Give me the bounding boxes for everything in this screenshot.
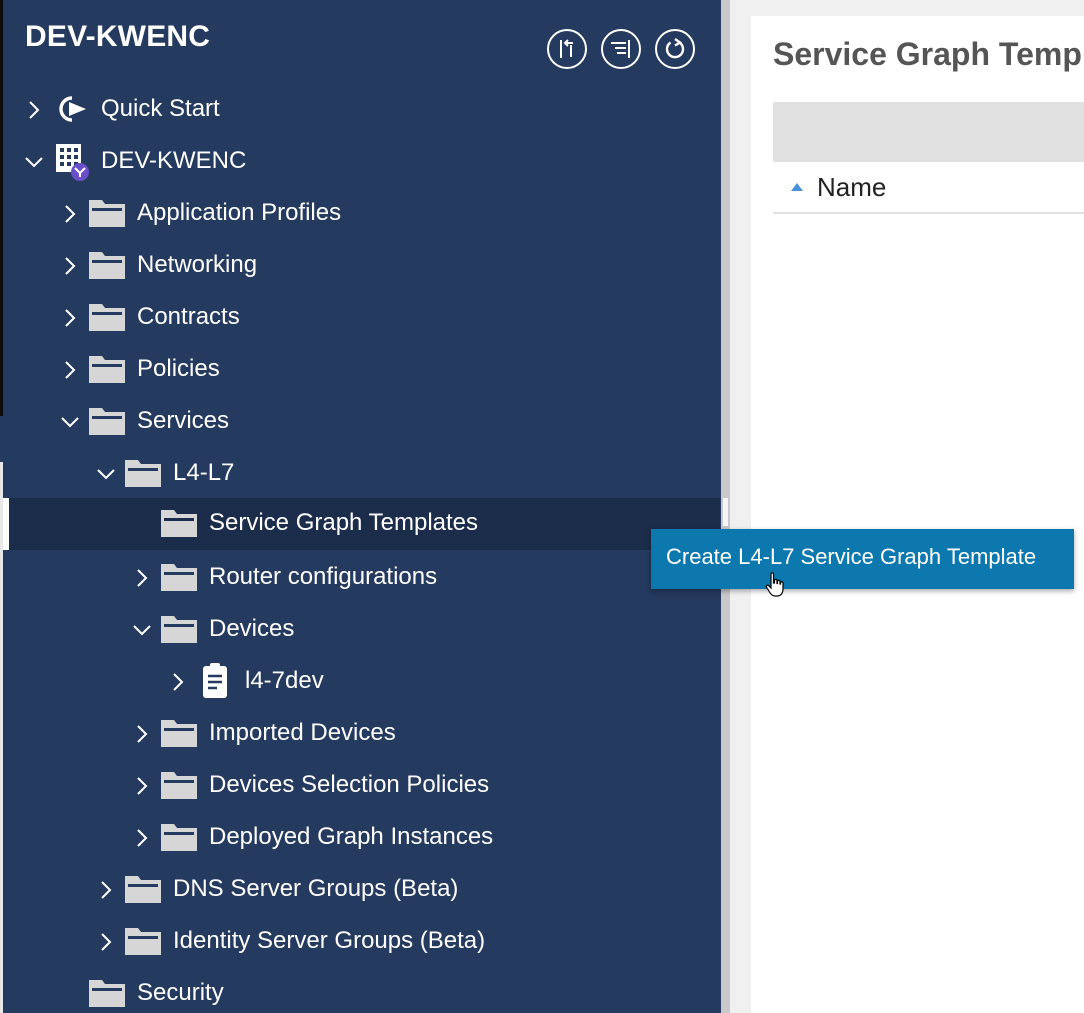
folder-icon xyxy=(161,510,197,537)
list-actions-icon xyxy=(611,40,630,58)
tree-item-l4-7dev[interactable]: l4-7dev xyxy=(3,656,720,708)
chevron-down-icon[interactable] xyxy=(94,462,118,486)
tree-item-label: Identity Server Groups (Beta) xyxy=(173,927,486,954)
folder-icon xyxy=(125,460,161,487)
collapse-tree-icon xyxy=(560,39,573,58)
folder-icon xyxy=(89,200,125,227)
chevron-right-icon[interactable] xyxy=(166,670,190,694)
folder-icon xyxy=(125,876,161,903)
sort-ascending-icon xyxy=(791,183,803,191)
quick-start-icon xyxy=(59,96,86,122)
chevron-right-icon[interactable] xyxy=(58,254,82,278)
navigation-sidebar: DEV-KWENC Quick Start DEV-KWENC Applicat… xyxy=(0,0,721,1013)
tree-item-label: Router configurations xyxy=(209,563,438,590)
tree-item-label: Imported Devices xyxy=(209,719,396,746)
tree-item-policies[interactable]: Policies xyxy=(3,344,720,396)
chevron-right-icon[interactable] xyxy=(130,722,154,746)
create-service-graph-template-menu-item[interactable]: Create L4-L7 Service Graph Template xyxy=(651,529,1074,589)
tree-item-devices[interactable]: Devices xyxy=(3,604,720,656)
tree-item-label: Contracts xyxy=(137,303,240,330)
tree-item-label: Deployed Graph Instances xyxy=(209,823,494,850)
tree-item-identity-server-groups[interactable]: Identity Server Groups (Beta) xyxy=(3,916,720,968)
tree-item-services[interactable]: Services xyxy=(3,396,720,448)
tree-item-service-graph-templates[interactable]: Service Graph Templates xyxy=(3,498,720,550)
page-title: Service Graph Temp xyxy=(773,36,1082,72)
tree-item-label: Policies xyxy=(137,355,220,382)
chevron-right-icon[interactable] xyxy=(22,98,46,122)
tree-item-tenant[interactable]: DEV-KWENC xyxy=(3,136,720,188)
refresh-icon xyxy=(665,38,685,59)
chevron-down-icon[interactable] xyxy=(130,618,154,642)
tree-item-label: l4-7dev xyxy=(245,667,324,694)
tree-item-label: DNS Server Groups (Beta) xyxy=(173,875,459,902)
folder-icon xyxy=(125,928,161,955)
chevron-right-icon[interactable] xyxy=(58,306,82,330)
tree-item-contracts[interactable]: Contracts xyxy=(3,292,720,344)
tree-item-label: DEV-KWENC xyxy=(101,147,247,174)
sidebar-title: DEV-KWENC xyxy=(25,20,211,53)
tree-item-l4-l7[interactable]: L4-L7 xyxy=(3,448,720,500)
hand-cursor-icon xyxy=(765,572,784,597)
tree-item-label: Networking xyxy=(137,251,258,278)
table-toolbar xyxy=(773,102,1084,162)
tree-item-dns-server-groups[interactable]: DNS Server Groups (Beta) xyxy=(3,864,720,916)
folder-icon xyxy=(161,824,197,851)
tree-item-router-configurations[interactable]: Router configurations xyxy=(3,552,720,604)
tree-item-label: Services xyxy=(137,407,230,434)
folder-icon xyxy=(161,772,197,799)
tenant-icon xyxy=(56,144,89,181)
tree-item-label: Quick Start xyxy=(101,95,220,122)
content-panel: Service Graph Temp Name xyxy=(751,16,1084,1013)
folder-icon xyxy=(89,408,125,435)
folder-icon xyxy=(161,564,197,591)
tree-item-security[interactable]: Security xyxy=(3,968,720,1013)
folder-icon xyxy=(161,720,197,747)
chevron-right-icon[interactable] xyxy=(130,774,154,798)
tree-item-devices-selection-policies[interactable]: Devices Selection Policies xyxy=(3,760,720,812)
chevron-right-icon[interactable] xyxy=(130,826,154,850)
tree-item-label: Devices Selection Policies xyxy=(209,771,490,798)
chevron-right-icon[interactable] xyxy=(58,202,82,226)
tree-item-networking[interactable]: Networking xyxy=(3,240,720,292)
list-actions-button[interactable] xyxy=(601,29,641,69)
folder-icon xyxy=(89,252,125,279)
menu-item-label: Create L4-L7 Service Graph Template xyxy=(666,544,1037,569)
folder-icon xyxy=(89,356,125,383)
resizer-grip[interactable] xyxy=(723,498,728,526)
chevron-right-icon[interactable] xyxy=(58,358,82,382)
chevron-down-icon[interactable] xyxy=(22,150,46,174)
tree-item-label: Service Graph Templates xyxy=(209,509,479,536)
chevron-down-icon[interactable] xyxy=(58,410,82,434)
chevron-right-icon[interactable] xyxy=(94,930,118,954)
collapse-tree-button[interactable] xyxy=(547,29,587,69)
tree-item-label: Security xyxy=(137,979,224,1006)
folder-icon xyxy=(89,304,125,331)
column-header-label: Name xyxy=(817,172,887,202)
refresh-button[interactable] xyxy=(655,29,695,69)
folder-icon xyxy=(161,616,197,643)
tree-item-application-profiles[interactable]: Application Profiles xyxy=(3,188,720,240)
tree-item-imported-devices[interactable]: Imported Devices xyxy=(3,708,720,760)
device-doc-icon xyxy=(203,663,227,698)
folder-icon xyxy=(89,980,125,1007)
tree-item-label: L4-L7 xyxy=(173,459,235,486)
tree-item-quick-start[interactable]: Quick Start xyxy=(3,84,720,136)
chevron-right-icon[interactable] xyxy=(130,566,154,590)
tree-item-label: Application Profiles xyxy=(137,199,342,226)
tree-item-deployed-graph-instances[interactable]: Deployed Graph Instances xyxy=(3,812,720,864)
tree-item-label: Devices xyxy=(209,615,295,642)
chevron-right-icon[interactable] xyxy=(94,878,118,902)
column-header-name[interactable]: Name xyxy=(773,162,1084,214)
